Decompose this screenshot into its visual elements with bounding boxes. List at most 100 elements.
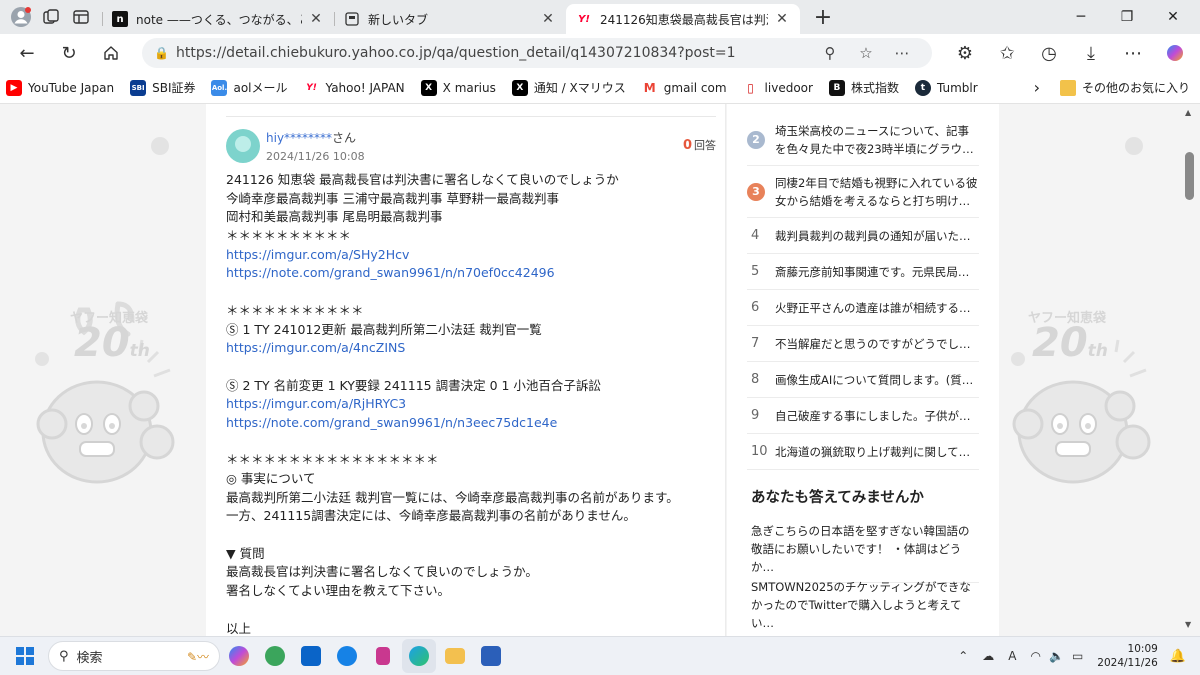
rank-question-text[interactable]: 斎藤元彦前知事関連です。元県民局… — [775, 263, 969, 281]
url-bar[interactable]: 🔒 https://detail.chiebukuro.yahoo.co.jp/… — [142, 38, 932, 68]
tab-actions-icon[interactable] — [66, 4, 96, 30]
question-line: ＊＊＊＊＊＊＊＊＊＊＊ — [226, 302, 364, 318]
bookmark-yahoo[interactable]: Y! Yahoo! JAPAN — [304, 80, 404, 96]
bookmark-stock-index[interactable]: B 株式指数 — [828, 79, 899, 96]
close-icon[interactable]: ✕ — [774, 11, 790, 27]
rank-question-text[interactable]: 同棲2年目で結婚も視野に入れている彼女から結婚を考えるならと打ち明け… — [775, 174, 979, 210]
favorites-icon[interactable]: ✩ — [986, 35, 1028, 71]
ranking-item[interactable]: 8 画像生成AIについて質問します。(質… — [747, 362, 979, 398]
ranking-item[interactable]: 6 火野正平さんの遺産は誰が相続する… — [747, 290, 979, 326]
copilot-icon[interactable] — [222, 639, 256, 673]
rank-number: 3 — [747, 182, 765, 201]
ranking-item[interactable]: 7 不当解雇だと思うのですがどうでし… — [747, 326, 979, 362]
taskbar-search[interactable]: ⚲ 検索 ✎〰 — [48, 641, 220, 671]
bookmarks-overflow-chevron-icon[interactable]: › — [1034, 78, 1040, 97]
rank-question-text[interactable]: 不当解雇だと思うのですがどうでし… — [775, 335, 971, 353]
question-link[interactable]: https://imgur.com/a/SHy2Hcv — [226, 246, 716, 265]
settings-more-icon[interactable]: ⋯ — [1112, 35, 1154, 71]
workspaces-icon[interactable] — [36, 4, 66, 30]
maps-icon[interactable] — [258, 639, 292, 673]
question-link-anchor[interactable]: https://imgur.com/a/4ncZINS — [226, 340, 405, 355]
question-link[interactable]: https://imgur.com/a/RjHRYC3 — [226, 395, 716, 414]
address-bar-row: ← ↻ 🔒 https://detail.chiebukuro.yahoo.co… — [0, 34, 1200, 72]
ranking-item[interactable]: 10 北海道の猟銃取り上げ裁判に関して… — [747, 434, 979, 470]
bookmark-youtube[interactable]: ▶ YouTube Japan — [6, 79, 114, 96]
profile-icon[interactable] — [6, 4, 36, 30]
bookmark-tumblr[interactable]: t Tumblr — [914, 79, 978, 96]
word-icon[interactable] — [474, 639, 508, 673]
tab-chiebukuro[interactable]: Y! 241126知恵袋最高裁長官は判決書 ✕ — [566, 4, 800, 34]
bookmark-sbi[interactable]: SBI SBI証券 — [130, 79, 195, 96]
edge-icon[interactable] — [402, 639, 436, 673]
favorite-star-icon[interactable]: ☆ — [848, 44, 884, 62]
rank-question-text[interactable]: 北海道の猟銃取り上げ裁判に関して… — [775, 443, 970, 461]
question-link[interactable]: https://note.com/grand_swan9961/n/n3eec7… — [226, 414, 716, 433]
scroll-down-arrow-icon[interactable]: ▼ — [1185, 620, 1191, 629]
download-icon[interactable]: ⤓ — [1070, 35, 1112, 71]
more-page-actions-icon[interactable]: ⋯ — [884, 44, 920, 62]
onedrive-icon[interactable]: ☁ — [982, 649, 994, 663]
bookmark-x-notify[interactable]: X 通知 / Xマリウス — [511, 79, 626, 96]
scroll-up-arrow-icon[interactable]: ▲ — [1185, 108, 1191, 117]
ranking-item[interactable]: 4 裁判員裁判の裁判員の通知が届いた… — [747, 218, 979, 254]
close-icon[interactable]: ✕ — [540, 11, 556, 27]
bookmark-aol[interactable]: Aol. aolメール — [211, 79, 288, 96]
question-line: Ⓢ 2 TY 名前変更 1 KY要録 241115 調書決定 0 1 小池百合子… — [226, 377, 601, 393]
windows-start-icon[interactable] — [16, 647, 34, 665]
explorer-icon[interactable] — [438, 639, 472, 673]
suggest-item[interactable]: SMTOWN2025のチケッティングができなかったのでTwitterで購入しよう… — [751, 578, 979, 636]
clock[interactable]: 10:09 2024/11/26 — [1097, 642, 1158, 670]
outlook-icon[interactable] — [294, 639, 328, 673]
question-link-anchor[interactable]: https://note.com/grand_swan9961/n/n3eec7… — [226, 415, 557, 430]
ranking-item[interactable]: 9 自己破産する事にしました。子供が… — [747, 398, 979, 434]
tray-chevron-icon[interactable]: ⌃ — [958, 649, 968, 663]
ranking-item[interactable]: 3 同棲2年目で結婚も視野に入れている彼女から結婚を考えるならと打ち明け… — [747, 166, 979, 218]
rank-question-text[interactable]: 埼玉栄高校のニュースについて、記事を色々見た中で夜23時半頃にグラウ… — [775, 122, 979, 158]
question-link-anchor[interactable]: https://imgur.com/a/RjHRYC3 — [226, 396, 406, 411]
avatar[interactable] — [226, 129, 260, 163]
bookmark-x-marius[interactable]: XX marius — [420, 79, 496, 96]
restore-icon[interactable]: ❐ — [1104, 0, 1150, 34]
window-close-icon[interactable]: ✕ — [1150, 0, 1196, 34]
back-arrow-icon[interactable]: ← — [6, 35, 48, 71]
question-link[interactable]: https://imgur.com/a/4ncZINS — [226, 339, 716, 358]
tab-note[interactable]: n note ——つくる、つながる、とどける。 ✕ — [102, 4, 334, 34]
messenger-icon[interactable] — [330, 639, 364, 673]
ime-indicator[interactable]: A — [1008, 649, 1016, 663]
page-scrollbar[interactable]: ▲ ▼ — [1181, 104, 1200, 636]
scroll-thumb[interactable] — [1185, 152, 1194, 200]
notification-bell-icon[interactable]: 🔔 — [1170, 649, 1186, 664]
tab-new-tab[interactable]: 新しいタブ ✕ — [334, 4, 566, 34]
extensions-icon[interactable]: ⚙ — [944, 35, 986, 71]
ranking-item[interactable]: 5 斎藤元彦前知事関連です。元県民局… — [747, 254, 979, 290]
favorites-bar: ▶ YouTube Japan SBI SBI証券 Aol. aolメール Y! Yah… — [0, 72, 1200, 104]
snipping-icon[interactable] — [366, 639, 400, 673]
rank-question-text[interactable]: 火野正平さんの遺産は誰が相続する… — [775, 299, 971, 317]
ranking-item[interactable]: 2 埼玉栄高校のニュースについて、記事を色々見た中で夜23時半頃にグラウ… — [747, 114, 979, 166]
lock-icon[interactable]: 🔒 — [154, 46, 176, 60]
refresh-icon[interactable]: ↻ — [48, 35, 90, 71]
question-link[interactable]: https://note.com/grand_swan9961/n/n70ef0… — [226, 264, 716, 283]
zoom-search-icon[interactable]: ⚲ — [812, 44, 848, 62]
new-tab-plus-icon[interactable]: + — [808, 4, 838, 30]
question-link-anchor[interactable]: https://note.com/grand_swan9961/n/n70ef0… — [226, 265, 555, 280]
copilot-icon[interactable] — [1154, 35, 1196, 71]
bookmark-gmail[interactable]: Mgmail com — [642, 80, 727, 96]
question-link-anchor[interactable]: https://imgur.com/a/SHy2Hcv — [226, 247, 409, 262]
history-icon[interactable]: ◷ — [1028, 35, 1070, 71]
close-icon[interactable]: ✕ — [308, 11, 324, 27]
rank-question-text[interactable]: 裁判員裁判の裁判員の通知が届いた… — [775, 227, 971, 245]
minimize-icon[interactable]: ─ — [1058, 0, 1104, 34]
rank-question-text[interactable]: 自己破産する事にしました。子供が… — [775, 407, 971, 425]
rank-question-text[interactable]: 画像生成AIについて質問します。(質… — [775, 371, 973, 389]
suggest-item[interactable]: 急ぎこちらの日本語を堅すぎない韓国語の敬語にお願いしたいです！ ・体調はどうか… — [751, 522, 979, 583]
wifi-icon[interactable]: ◠ — [1031, 649, 1041, 663]
bookmark-livedoor[interactable]: ▯ livedoor — [743, 80, 813, 96]
other-favorites[interactable]: その他のお気に入り — [1059, 79, 1190, 96]
url-text[interactable]: https://detail.chiebukuro.yahoo.co.jp/qa… — [176, 45, 812, 61]
battery-icon[interactable]: ▭ — [1072, 649, 1083, 663]
home-icon[interactable] — [90, 35, 132, 71]
volume-icon[interactable]: 🔈 — [1049, 649, 1064, 663]
answer-count: 0 回答 — [682, 138, 716, 153]
user-name[interactable]: hiy********さん — [266, 129, 356, 146]
